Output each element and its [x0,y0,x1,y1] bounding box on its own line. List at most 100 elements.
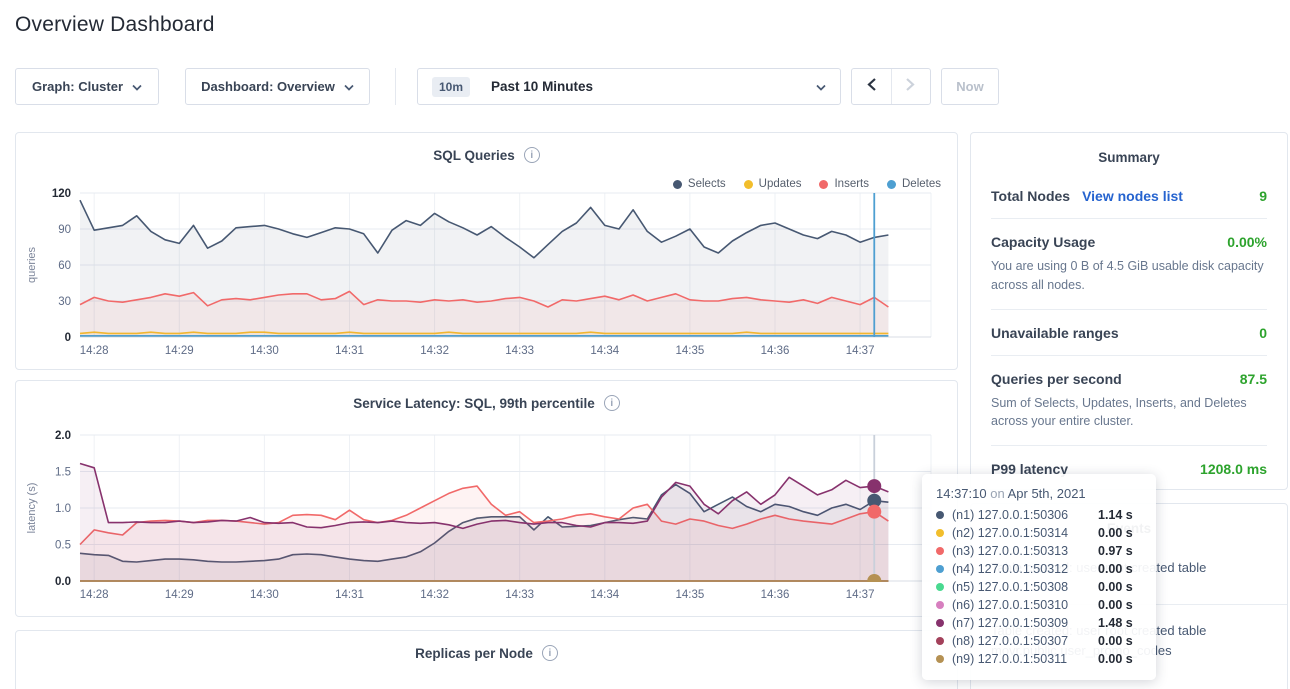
svg-text:0.0: 0.0 [55,576,71,588]
chart-tooltip: 14:37:10 on Apr 5th, 2021 (n1) 127.0.0.1… [922,474,1156,680]
tooltip-node-value: 0.00 s [1098,526,1133,540]
svg-text:14:30: 14:30 [250,589,279,601]
svg-text:90: 90 [58,224,71,236]
replicas-per-node-panel: Replicas per Node i [15,630,958,689]
summary-card-label: Queries per second [991,371,1122,387]
tooltip-node-label: (n7) 127.0.0.1:50309 [952,616,1098,630]
tooltip-node-value: 1.48 s [1098,616,1133,630]
svg-text:14:34: 14:34 [590,589,619,601]
summary-card: Queries per second87.5Sum of Selects, Up… [991,355,1267,446]
chevron-down-icon [816,79,826,94]
tooltip-node-value: 0.00 s [1098,598,1133,612]
service-latency-chart[interactable]: 14:2814:2914:3014:3114:3214:3314:3414:35… [22,427,947,607]
svg-text:queries: queries [26,246,38,283]
view-nodes-link[interactable]: View nodes list [1082,188,1183,204]
service-latency-title: Service Latency: SQL, 99th percentile [353,396,595,411]
summary-card-value: 87.5 [1240,371,1267,387]
tooltip-node-value: 0.00 s [1098,580,1133,594]
tooltip-node-label: (n4) 127.0.0.1:50312 [952,562,1098,576]
summary-card-value: 9 [1259,188,1267,204]
tooltip-row: (n9) 127.0.0.1:503110.00 s [936,650,1142,668]
svg-text:latency (s): latency (s) [26,483,38,534]
svg-text:120: 120 [52,188,71,200]
svg-text:14:29: 14:29 [165,345,194,357]
sql-queries-chart[interactable]: 14:2814:2914:3014:3114:3214:3314:3414:35… [22,185,947,363]
summary-card: Total Nodes View nodes list 9 [991,173,1267,218]
tooltip-node-value: 0.97 s [1098,544,1133,558]
next-time-button[interactable] [891,69,931,104]
svg-text:14:37: 14:37 [846,345,875,357]
summary-cards: Total Nodes View nodes list 9 Capacity Usag… [971,165,1287,491]
tooltip-row: (n1) 127.0.0.1:503061.14 s [936,506,1142,524]
tooltip-node-label: (n2) 127.0.0.1:50314 [952,526,1098,540]
svg-text:14:36: 14:36 [761,589,790,601]
overview-dashboard-page: Overview Dashboard Graph: Cluster Dashbo… [0,0,1290,689]
node-color-dot [936,529,944,537]
now-button[interactable]: Now [941,68,999,105]
node-color-dot [936,511,944,519]
svg-text:14:28: 14:28 [80,589,109,601]
node-color-dot [936,601,944,609]
svg-text:0.5: 0.5 [55,540,71,552]
svg-text:14:28: 14:28 [80,345,109,357]
svg-text:14:32: 14:32 [420,345,449,357]
tooltip-row: (n6) 127.0.0.1:503100.00 s [936,596,1142,614]
tooltip-timestamp: 14:37:10 on Apr 5th, 2021 [936,486,1142,501]
summary-card-label: Capacity Usage [991,234,1095,250]
svg-text:14:37: 14:37 [846,589,875,601]
tooltip-row: (n5) 127.0.0.1:503080.00 s [936,578,1142,596]
time-range-label: Past 10 Minutes [491,79,593,94]
tooltip-node-value: 1.14 s [1098,508,1133,522]
svg-text:14:35: 14:35 [675,589,704,601]
info-icon[interactable]: i [524,147,540,163]
tooltip-node-label: (n8) 127.0.0.1:50307 [952,634,1098,648]
sql-queries-panel: SQL Queries i SelectsUpdatesInsertsDelet… [15,132,958,370]
dashboard-selector-dropdown[interactable]: Dashboard: Overview [185,68,370,105]
summary-card-value: 0.00% [1227,234,1267,250]
info-icon[interactable]: i [604,395,620,411]
tooltip-node-value: 0.00 s [1098,634,1133,648]
dashboard-selector-label: Dashboard: Overview [201,79,335,94]
chevron-left-icon [866,77,877,97]
summary-card-description: You are using 0 B of 4.5 GiB usable disk… [991,257,1267,295]
summary-card-value: 1208.0 ms [1200,461,1267,477]
tooltip-node-label: (n1) 127.0.0.1:50306 [952,508,1098,522]
time-range-badge: 10m [432,77,470,97]
svg-text:14:36: 14:36 [761,345,790,357]
graph-selector-dropdown[interactable]: Graph: Cluster [15,68,159,105]
time-step-buttons [851,68,931,105]
chevron-down-icon [344,79,354,94]
svg-text:1.5: 1.5 [55,467,71,479]
sql-queries-title: SQL Queries [433,148,515,163]
service-latency-panel: Service Latency: SQL, 99th percentile i … [15,380,958,617]
info-icon[interactable]: i [542,645,558,661]
graph-selector-label: Graph: Cluster [32,79,123,94]
prev-time-button[interactable] [852,69,891,104]
svg-text:14:34: 14:34 [590,345,619,357]
tooltip-node-label: (n3) 127.0.0.1:50313 [952,544,1098,558]
node-color-dot [936,547,944,555]
tooltip-row: (n2) 127.0.0.1:503140.00 s [936,524,1142,542]
svg-text:0: 0 [65,332,71,344]
tooltip-row: (n8) 127.0.0.1:503070.00 s [936,632,1142,650]
time-range-selector[interactable]: 10m Past 10 Minutes [417,68,841,105]
summary-card-value: 0 [1259,325,1267,341]
chevron-right-icon [905,77,916,97]
node-color-dot [936,619,944,627]
svg-text:14:31: 14:31 [335,345,364,357]
svg-text:1.0: 1.0 [55,503,71,515]
summary-card-label: Unavailable ranges [991,325,1119,341]
svg-text:30: 30 [58,296,71,308]
summary-card-label: Total Nodes [991,188,1070,204]
tooltip-node-value: 0.00 s [1098,562,1133,576]
toolbar: Graph: Cluster Dashboard: Overview 10m P… [15,68,1275,105]
tooltip-row: (n4) 127.0.0.1:503120.00 s [936,560,1142,578]
chevron-down-icon [132,79,142,94]
svg-text:14:30: 14:30 [250,345,279,357]
svg-text:14:35: 14:35 [675,345,704,357]
replicas-per-node-title: Replicas per Node [415,646,533,661]
svg-text:14:29: 14:29 [165,589,194,601]
summary-card: Capacity Usage 0.00% You are using 0 B of … [991,218,1267,309]
tooltip-node-label: (n6) 127.0.0.1:50310 [952,598,1098,612]
summary-title: Summary [971,133,1287,165]
